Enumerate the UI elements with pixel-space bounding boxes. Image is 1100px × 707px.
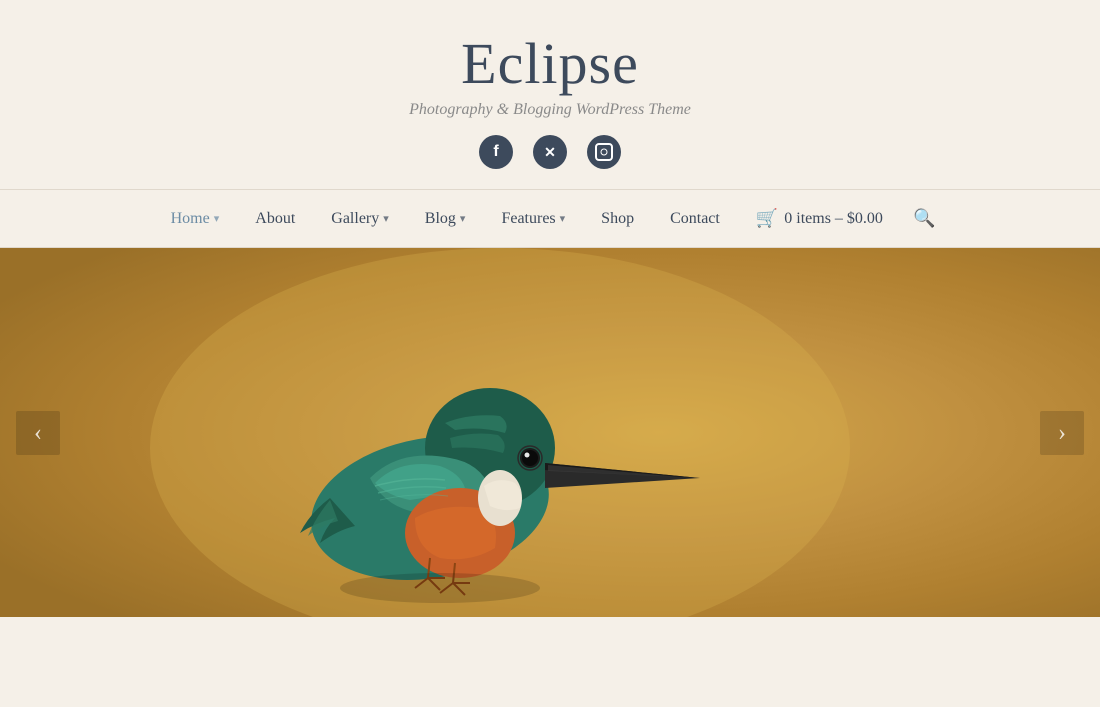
slider-prev-button[interactable]: ‹ bbox=[16, 411, 60, 455]
nav-label-gallery: Gallery bbox=[331, 210, 379, 228]
instagram-icon bbox=[595, 143, 613, 161]
nav-item-gallery[interactable]: Gallery ▾ bbox=[313, 206, 407, 232]
cart-button[interactable]: 🛒 0 items – $0.00 bbox=[738, 204, 901, 233]
cart-icon: 🛒 bbox=[756, 208, 778, 229]
facebook-icon bbox=[493, 143, 498, 161]
chevron-right-icon: › bbox=[1058, 421, 1066, 445]
nav-label-home: Home bbox=[171, 210, 210, 228]
nav-label-about: About bbox=[255, 210, 295, 228]
nav-label-contact: Contact bbox=[670, 210, 720, 228]
hero-image bbox=[0, 248, 1100, 617]
site-tagline: Photography & Blogging WordPress Theme bbox=[409, 101, 691, 119]
nav-item-shop[interactable]: Shop bbox=[583, 206, 652, 232]
main-navigation: Home ▾ About Gallery ▾ Blog ▾ Features ▾… bbox=[0, 189, 1100, 248]
nav-label-features: Features bbox=[501, 210, 555, 228]
chevron-down-icon: ▾ bbox=[560, 212, 566, 225]
cart-label: 0 items – $0.00 bbox=[784, 210, 883, 228]
chevron-left-icon: ‹ bbox=[34, 421, 42, 445]
hero-slider: ‹ › bbox=[0, 248, 1100, 617]
nav-item-features[interactable]: Features ▾ bbox=[483, 206, 583, 232]
search-icon: 🔍 bbox=[913, 208, 935, 228]
search-button[interactable]: 🔍 bbox=[901, 204, 947, 233]
nav-label-blog: Blog bbox=[425, 210, 456, 228]
facebook-link[interactable] bbox=[479, 135, 513, 169]
nav-item-about[interactable]: About bbox=[237, 206, 313, 232]
nav-item-contact[interactable]: Contact bbox=[652, 206, 738, 232]
site-title: Eclipse bbox=[461, 30, 639, 97]
social-icons-bar: ✕ bbox=[479, 135, 621, 169]
instagram-link[interactable] bbox=[587, 135, 621, 169]
chevron-down-icon: ▾ bbox=[460, 212, 466, 225]
twitter-icon: ✕ bbox=[544, 144, 556, 161]
chevron-down-icon: ▾ bbox=[214, 212, 220, 225]
slider-next-button[interactable]: › bbox=[1040, 411, 1084, 455]
chevron-down-icon: ▾ bbox=[383, 212, 389, 225]
nav-label-shop: Shop bbox=[601, 210, 634, 228]
nav-item-home[interactable]: Home ▾ bbox=[153, 206, 238, 232]
nav-item-blog[interactable]: Blog ▾ bbox=[407, 206, 484, 232]
twitter-link[interactable]: ✕ bbox=[533, 135, 567, 169]
site-header: Eclipse Photography & Blogging WordPress… bbox=[0, 0, 1100, 189]
